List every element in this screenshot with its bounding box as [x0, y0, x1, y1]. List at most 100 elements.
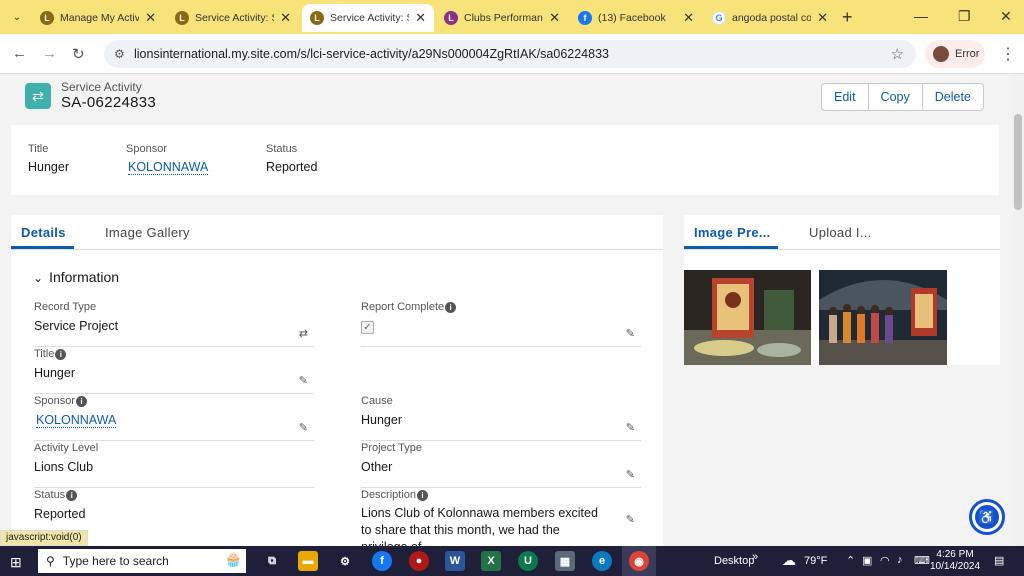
site-settings-icon[interactable]: ⚙ [114, 47, 125, 61]
task-view-icon[interactable]: ⧉ [262, 551, 282, 571]
close-icon[interactable]: ✕ [280, 10, 291, 26]
info-icon[interactable]: i [75, 396, 87, 407]
section-title: Information [49, 269, 120, 285]
weather-temperature[interactable]: 79°F [804, 555, 827, 567]
edit-pencil-icon[interactable]: ✎ [299, 374, 308, 387]
windows-start-icon[interactable]: ⊞ [10, 554, 22, 571]
sponsor-link[interactable]: KOLONNAWA [128, 160, 209, 175]
reload-icon[interactable]: ↻ [72, 45, 85, 63]
weather-cloud-icon[interactable]: ☁ [782, 552, 796, 569]
info-icon[interactable]: i [417, 490, 429, 501]
close-icon[interactable]: ✕ [415, 10, 426, 26]
edit-pencil-icon[interactable]: ✎ [626, 468, 635, 481]
highlight-value: Reported [266, 160, 318, 174]
tab-image-gallery[interactable]: Image Gallery [105, 225, 190, 240]
chrome-icon[interactable]: ◉ [629, 551, 649, 571]
tab-upload-image[interactable]: Upload I... [809, 225, 872, 240]
excel-icon[interactable]: X [481, 551, 501, 571]
url-field[interactable]: ⚙ lionsinternational.my.site.com/s/lci-s… [104, 40, 916, 68]
browser-tab-google[interactable]: G angoda postal co ✕ [704, 4, 836, 32]
close-icon[interactable]: ✕ [145, 10, 156, 26]
tray-chevron-up-icon[interactable]: ⌃ [846, 554, 855, 567]
photo-stall-image [684, 270, 811, 365]
highlight-status: Status Reported [266, 143, 317, 174]
field-title: Title i Hunger ✎ [34, 348, 314, 394]
window-close-icon[interactable]: ✕ [1000, 8, 1012, 25]
toolbar-expand-chevron-icon[interactable]: » [752, 551, 758, 563]
description-text: Lions Club of Kolonnawa members excited … [361, 506, 598, 546]
info-icon[interactable]: i [66, 490, 78, 501]
close-icon[interactable]: ✕ [817, 10, 828, 26]
field-label: Sponsor i [34, 395, 314, 407]
detail-tabs: Details Image Gallery [11, 215, 663, 250]
field-status: Status i Reported [34, 489, 314, 535]
highlight-label: Sponsor [126, 143, 167, 155]
upwork-icon[interactable]: U [518, 551, 538, 571]
field-cause: Cause Hunger ✎ [361, 395, 641, 441]
file-explorer-icon[interactable]: ▬ [298, 551, 318, 571]
field-value: Hunger [34, 366, 75, 380]
volume-icon[interactable]: ♪ [897, 554, 903, 566]
edge-icon[interactable]: e [592, 551, 612, 571]
tab-search-chevron-icon[interactable]: ⌄ [8, 8, 26, 26]
change-record-type-icon[interactable]: ⇄ [299, 327, 308, 340]
clock[interactable]: 4:26 PM 10/14/2024 [930, 549, 980, 573]
keyboard-icon[interactable]: ⌨ [914, 554, 930, 567]
browser-tab-service-activity-active[interactable]: L Service Activity: S ✕ [302, 4, 434, 32]
gallery-photo-2[interactable] [819, 270, 947, 365]
desktop-toolbar-label[interactable]: Desktop [714, 555, 754, 567]
edit-pencil-icon[interactable]: ✎ [626, 513, 635, 526]
close-icon[interactable]: ✕ [549, 10, 560, 26]
info-icon[interactable]: i [55, 349, 67, 360]
settings-gear-icon[interactable]: ⚙ [335, 551, 355, 571]
tab-image-preview[interactable]: Image Pre... [694, 225, 771, 240]
accessibility-button[interactable]: ♿ [969, 499, 1005, 535]
browser-tab-facebook[interactable]: f (13) Facebook ✕ [570, 4, 702, 32]
forward-arrow-icon[interactable]: → [42, 45, 57, 62]
edit-pencil-icon[interactable]: ✎ [626, 327, 635, 340]
lions-icon: L [310, 11, 324, 25]
word-icon[interactable]: W [445, 551, 465, 571]
tab-title: (13) Facebook [598, 12, 666, 24]
section-header-information[interactable]: ⌄ Information [33, 269, 119, 285]
wifi-icon[interactable]: ◠ [880, 554, 890, 567]
edit-pencil-icon[interactable]: ✎ [626, 421, 635, 434]
active-tab-indicator [684, 246, 778, 249]
browser-tab-strip: ⌄ L Manage My Activi ✕ L Service Activit… [0, 0, 1024, 34]
back-arrow-icon[interactable]: ← [12, 45, 27, 62]
delete-button[interactable]: Delete [923, 84, 983, 110]
sponsor-link[interactable]: KOLONNAWA [36, 413, 117, 428]
edit-pencil-icon[interactable]: ✎ [299, 421, 308, 434]
field-value: Service Project [34, 319, 119, 333]
notifications-icon[interactable]: ▤ [994, 554, 1004, 567]
field-value: Lions Club [34, 460, 94, 474]
field-label: Activity Level [34, 442, 99, 454]
tab-details[interactable]: Details [21, 225, 66, 240]
calculator-icon[interactable]: ▦ [555, 551, 575, 571]
browser-tab-service-activity-1[interactable]: L Service Activity: S ✕ [167, 4, 299, 32]
profile-button[interactable]: Error [925, 40, 985, 68]
page-scrollbar[interactable] [1012, 74, 1024, 546]
copy-button[interactable]: Copy [869, 84, 923, 110]
browser-menu-icon[interactable]: ⋮ [1000, 44, 1016, 64]
tray-network-icon[interactable]: ▣ [862, 554, 872, 567]
taskbar-search-box[interactable]: ⚲ Type here to search 🧁 [38, 549, 246, 573]
facebook-icon[interactable]: f [372, 551, 392, 571]
browser-tab-manage-activities[interactable]: L Manage My Activi ✕ [32, 4, 164, 32]
search-highlight-cupcake-icon: 🧁 [224, 551, 242, 567]
tab-title: angoda postal co [732, 12, 812, 24]
close-icon[interactable]: ✕ [683, 10, 694, 26]
new-tab-plus-icon[interactable]: + [842, 8, 853, 26]
edit-button[interactable]: Edit [822, 84, 869, 110]
info-icon[interactable]: i [445, 302, 457, 313]
browser-tab-clubs-performance[interactable]: L Clubs Performanc ✕ [436, 4, 568, 32]
minimize-icon[interactable]: — [914, 8, 928, 24]
app-red-icon[interactable]: ● [409, 551, 429, 571]
field-record-type: Record Type Service Project ⇄ [34, 301, 314, 347]
field-label: Status i [34, 489, 314, 501]
tab-title: Service Activity: S [195, 12, 275, 24]
bookmark-star-icon[interactable]: ☆ [891, 45, 904, 63]
scrollbar-thumb[interactable] [1014, 114, 1022, 210]
gallery-photo-1[interactable] [684, 270, 811, 365]
restore-icon[interactable]: ❐ [958, 8, 971, 25]
